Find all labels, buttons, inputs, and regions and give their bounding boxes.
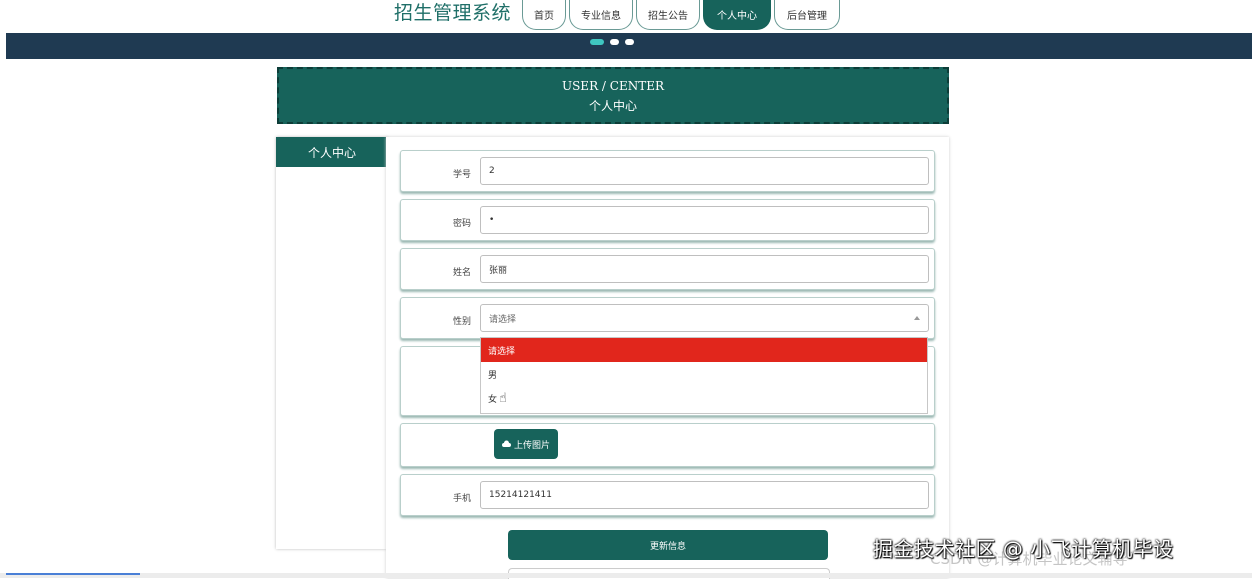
cloud-upload-icon (501, 440, 511, 447)
name-label: 姓名 (452, 268, 471, 278)
gender-option-placeholder[interactable]: 请选择 (481, 338, 927, 362)
header-band (6, 33, 1252, 59)
form-row-password: 密码 • (400, 199, 935, 241)
bottom-scroll-strip (0, 573, 1252, 578)
site-header: 招生管理系统 首页 专业信息 招生公告 个人中心 后台管理 (0, 0, 1252, 32)
banner-title-en: USER / CENTER (561, 79, 665, 93)
tab-announcements[interactable]: 招生公告 (636, 0, 700, 30)
form-row-upload: 上传图片 (400, 423, 935, 467)
banner-title-zh: 个人中心 (588, 99, 637, 113)
password-input[interactable]: • (480, 206, 929, 234)
form-row-student-id: 学号 2 (400, 150, 935, 192)
tab-user-center[interactable]: 个人中心 (703, 0, 771, 30)
tab-admin[interactable]: 后台管理 (774, 0, 840, 30)
gender-option-female-label: 女 (488, 394, 498, 405)
gender-option-female[interactable]: 女 ☝ (481, 386, 927, 410)
name-input[interactable]: 张丽 (480, 255, 929, 283)
upload-image-label: 上传图片 (513, 440, 550, 451)
password-label: 密码 (452, 219, 471, 229)
tab-majors[interactable]: 专业信息 (569, 0, 633, 30)
page-title-banner: USER / CENTER 个人中心 (277, 67, 949, 124)
form-row-gender: 性别 请选择 (400, 297, 935, 339)
phone-label: 手机 (452, 494, 471, 504)
form-row-phone: 手机 15214121411 (400, 474, 935, 516)
sidebar-item-user-center[interactable]: 个人中心 (276, 137, 388, 167)
update-info-button[interactable]: 更新信息 (508, 530, 828, 560)
tab-home[interactable]: 首页 (522, 0, 566, 30)
carousel-dot[interactable] (625, 39, 634, 45)
watermark-primary: 掘金技术社区 @ 小飞计算机毕设 (873, 537, 1174, 561)
gender-label: 性别 (452, 317, 471, 327)
gender-select-value: 请选择 (489, 314, 517, 325)
upload-image-button[interactable]: 上传图片 (494, 429, 558, 459)
form-row-name: 姓名 张丽 (400, 248, 935, 290)
student-id-input[interactable]: 2 (480, 157, 929, 185)
sidebar: 个人中心 (276, 137, 388, 549)
site-title: 招生管理系统 (394, 2, 512, 24)
carousel-dot-active[interactable] (590, 39, 604, 45)
gender-select[interactable]: 请选择 (480, 304, 929, 332)
hand-pointer-icon: ☝ (499, 390, 507, 406)
chevron-up-icon (914, 316, 920, 320)
phone-input[interactable]: 15214121411 (480, 481, 929, 509)
gender-option-male[interactable]: 男 (481, 362, 927, 386)
student-id-label: 学号 (452, 170, 471, 180)
carousel-dot[interactable] (610, 39, 619, 45)
gender-dropdown: 请选择 男 女 ☝ (480, 337, 928, 414)
progress-indicator (6, 573, 140, 575)
